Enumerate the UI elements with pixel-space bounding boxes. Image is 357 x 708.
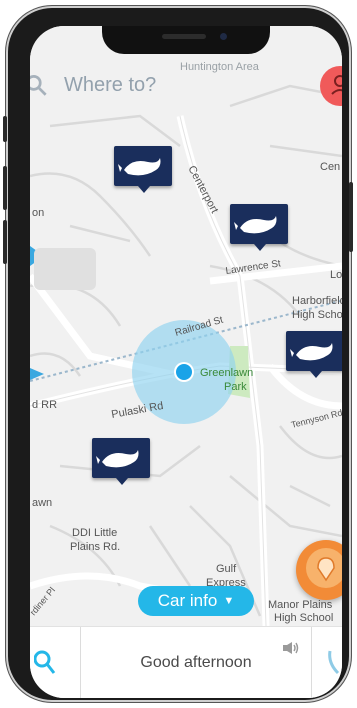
whale-icon xyxy=(290,343,333,361)
current-location-dot xyxy=(176,364,192,380)
phone-tab-icon[interactable] xyxy=(328,649,342,677)
map-label-ddi-2: Plains Rd. xyxy=(70,541,120,553)
earpiece xyxy=(162,34,206,39)
pin-fab-button[interactable] xyxy=(296,540,342,600)
app-screen: Huntington Area Centerport Lawrence St R… xyxy=(30,26,342,698)
profile-button[interactable] xyxy=(320,66,342,106)
notch xyxy=(102,26,270,54)
map-label-harborfields: Harborfields xyxy=(292,295,342,307)
volume-down-button xyxy=(3,220,7,264)
greeting-label: Good afternoon xyxy=(140,654,252,671)
chevron-down-icon: ▼ xyxy=(223,595,235,607)
map-label-hs2: High School xyxy=(274,612,333,624)
search-icon xyxy=(30,74,47,96)
phone-frame: Huntington Area Centerport Lawrence St R… xyxy=(3,6,353,702)
map-label-hs1: High School xyxy=(292,309,342,321)
power-button xyxy=(349,182,353,252)
front-camera xyxy=(220,33,227,40)
map-view[interactable]: Huntington Area Centerport Lawrence St R… xyxy=(30,26,342,626)
map-label-rr: d RR xyxy=(32,399,57,411)
whale-marker[interactable] xyxy=(92,438,150,485)
map-label-manor-plains: Manor Plains xyxy=(268,599,333,611)
bottom-bar: Good afternoon xyxy=(30,626,342,698)
map-label-ddi: DDI Little xyxy=(72,527,117,539)
whale-icon xyxy=(118,158,161,176)
mute-switch xyxy=(3,116,7,142)
volume-up-button xyxy=(3,166,7,210)
search-placeholder: Where to? xyxy=(64,73,157,96)
map-label-park: Park xyxy=(224,381,247,393)
map-label-lo: Lo xyxy=(330,269,342,281)
greeting-text: Good afternoon xyxy=(80,627,312,698)
search-tab-icon[interactable] xyxy=(34,649,58,677)
whale-icon xyxy=(96,450,139,468)
map-label-cen: Cen xyxy=(320,161,340,173)
whale-marker[interactable] xyxy=(286,331,342,378)
car-info-label: Car info xyxy=(157,591,218,610)
search-bar[interactable]: Where to? xyxy=(30,64,324,106)
map-label-awn: awn xyxy=(32,497,52,509)
car-info-button[interactable]: Car info ▼ xyxy=(138,586,254,616)
whale-icon xyxy=(234,216,277,234)
speaker-icon[interactable] xyxy=(282,641,300,655)
whale-marker[interactable] xyxy=(114,146,172,193)
user-icon xyxy=(331,75,342,95)
map-pin-icon xyxy=(306,548,342,588)
map-label-greenlawn: Greenlawn xyxy=(200,367,253,379)
map-label-gulf: Gulf xyxy=(216,563,237,575)
map-label-on: on xyxy=(32,207,44,219)
whale-marker[interactable] xyxy=(230,204,288,251)
